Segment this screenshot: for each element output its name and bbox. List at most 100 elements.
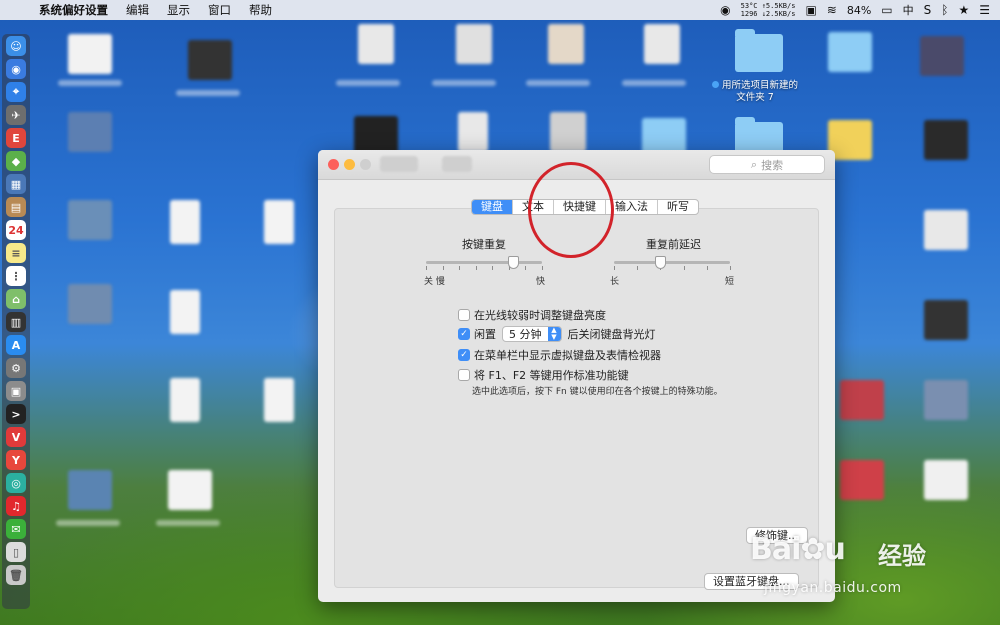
trash-icon[interactable]: 🗑 (6, 565, 26, 585)
back-forward-buttons[interactable] (380, 156, 418, 172)
maps-icon[interactable]: ⌂ (6, 289, 26, 309)
netease-music-icon[interactable]: ♫ (6, 496, 26, 516)
battery-icon[interactable]: ▭ (881, 3, 892, 17)
desktop-file-icon[interactable] (68, 112, 112, 152)
delay-short-label: 短 (725, 277, 735, 287)
desktop-file-icon[interactable] (170, 290, 200, 334)
fn-keys-checkbox[interactable] (458, 369, 470, 381)
bluetooth-icon[interactable]: ᛒ (941, 3, 948, 17)
adjust-brightness-checkbox[interactable] (458, 309, 470, 321)
terminal-icon[interactable]: > (6, 404, 26, 424)
desktop-file-icon[interactable] (924, 210, 968, 250)
show-viewer-option[interactable]: ✓ 在菜单栏中显示虚拟键盘及表情检视器 (458, 347, 661, 363)
slider-tick (525, 266, 527, 270)
tab-dictation[interactable]: 听写 (658, 200, 698, 214)
desktop-file-icon[interactable] (170, 378, 200, 422)
vivaldi-icon[interactable]: V (6, 427, 26, 447)
menu-help[interactable]: 帮助 (240, 2, 281, 18)
desktop-file-icon[interactable] (924, 380, 968, 420)
minimize-window-icon[interactable] (344, 159, 355, 170)
android-icon[interactable]: ◆ (6, 151, 26, 171)
zoom-window-icon[interactable] (360, 159, 371, 170)
delay-long-label: 长 (610, 277, 620, 287)
wifi-icon[interactable]: ≋ (827, 3, 837, 17)
desktop-file-icon[interactable] (170, 200, 200, 244)
document-icon[interactable]: ▯ (6, 542, 26, 562)
desktop-file-icon[interactable] (68, 284, 112, 324)
baidu-jingyan-watermark: Bai✿u 经验 jingyan.baidu.com (750, 518, 990, 618)
system-preferences-icon[interactable]: ⚙ (6, 358, 26, 378)
delay-track[interactable] (614, 261, 730, 264)
desktop-folder-icon[interactable] (828, 32, 872, 72)
backlight-off-checkbox[interactable]: ✓ (458, 328, 470, 340)
show-all-button[interactable] (442, 156, 472, 172)
menu-app-name[interactable]: 系统偏好设置 (30, 2, 117, 18)
search-field[interactable]: ⌕ 搜索 (709, 155, 825, 174)
safari-icon[interactable]: ⌖ (6, 82, 26, 102)
favorites-star-icon[interactable]: ★ (958, 3, 969, 17)
desktop-file-icon[interactable] (644, 24, 680, 64)
menu-view[interactable]: 显示 (158, 2, 199, 18)
watermark-url: jingyan.baidu.com (764, 580, 902, 596)
key-repeat-slider-thumb[interactable] (507, 256, 519, 269)
monitor-line-2: 1296 ↓2.5KB/s (740, 10, 796, 18)
menu-window[interactable]: 窗口 (199, 2, 240, 18)
desktop-file-icon[interactable] (68, 200, 112, 240)
teal-app-icon[interactable]: ◎ (6, 473, 26, 493)
desktop-file-icon[interactable] (548, 24, 584, 64)
new-folder-label[interactable]: 用所选项目新建的 文件夹 7 (712, 80, 798, 104)
delay-slider-thumb[interactable] (654, 256, 666, 269)
launchpad-icon[interactable]: ✈ (6, 105, 26, 125)
contacts-icon[interactable]: ▤ (6, 197, 26, 217)
app-store-icon[interactable]: A (6, 335, 26, 355)
slider-tick (730, 266, 731, 270)
yandex-icon[interactable]: Y (6, 450, 26, 470)
desktop-file-icon[interactable] (168, 470, 212, 510)
wechat-status-icon[interactable]: ◉ (720, 3, 730, 17)
watermark-brand-text: Bai (750, 532, 801, 567)
sogou-icon[interactable]: S (924, 3, 932, 17)
desktop-file-icon[interactable] (840, 380, 884, 420)
close-window-icon[interactable] (328, 159, 339, 170)
siri-icon[interactable]: ◉ (6, 59, 26, 79)
desktop-file-icon[interactable] (264, 200, 294, 244)
desktop-file-icon[interactable] (924, 120, 968, 160)
desktop-file-icon[interactable] (358, 24, 394, 64)
system-monitor-readout[interactable]: 53°C ↑5.5KB/s 1296 ↓2.5KB/s (741, 2, 796, 18)
desktop-file-label (176, 90, 240, 96)
calendar-icon[interactable]: 24 (6, 220, 26, 240)
backlight-off-option[interactable]: ✓ 闲置 5 分钟 ▲ ▼ 后关闭键盘背光灯 (458, 326, 656, 342)
desktop-file-icon[interactable] (924, 460, 968, 500)
screen-mirror-icon[interactable]: ▣ (805, 3, 816, 17)
app-icon-red[interactable]: E (6, 128, 26, 148)
preview-icon[interactable]: ▦ (6, 174, 26, 194)
fn-keys-option[interactable]: 将 F1、F2 等键用作标准功能键 (458, 367, 629, 383)
desktop-file-icon[interactable] (840, 460, 884, 500)
desktop-file-icon[interactable] (550, 112, 586, 152)
show-viewer-checkbox[interactable]: ✓ (458, 349, 470, 361)
desktop-file-icon[interactable] (456, 24, 492, 64)
activity-monitor-icon[interactable]: ▥ (6, 312, 26, 332)
notes-icon[interactable]: ≡ (6, 243, 26, 263)
new-folder-icon[interactable] (735, 29, 783, 72)
desktop-file-icon[interactable] (188, 40, 232, 80)
desktop-file-icon[interactable] (68, 470, 112, 510)
finder-icon[interactable]: ☺ (6, 36, 26, 56)
desktop-file-icon[interactable] (920, 36, 964, 76)
desktop-file-icon[interactable] (68, 34, 112, 74)
tab-keyboard[interactable]: 键盘 (472, 200, 513, 214)
adjust-brightness-option[interactable]: 在光线较弱时调整键盘亮度 (458, 307, 606, 323)
menu-edit[interactable]: 编辑 (117, 2, 158, 18)
annotation-circle (528, 162, 614, 258)
desktop-file-icon[interactable] (264, 378, 294, 422)
desktop-file-icon[interactable] (924, 300, 968, 340)
battery-percent[interactable]: 84% (847, 4, 871, 17)
input-method-indicator[interactable]: 中 (903, 2, 914, 18)
wechat-icon[interactable]: ✉ (6, 519, 26, 539)
photos-app-icon[interactable]: ▣ (6, 381, 26, 401)
key-repeat-track[interactable] (426, 261, 542, 264)
reminders-icon[interactable]: ⋮ (6, 266, 26, 286)
idle-time-popup[interactable]: 5 分钟 ▲ ▼ (502, 326, 562, 342)
menu-list-icon[interactable]: ☰ (979, 3, 990, 17)
desktop-file-icon[interactable] (458, 112, 488, 152)
